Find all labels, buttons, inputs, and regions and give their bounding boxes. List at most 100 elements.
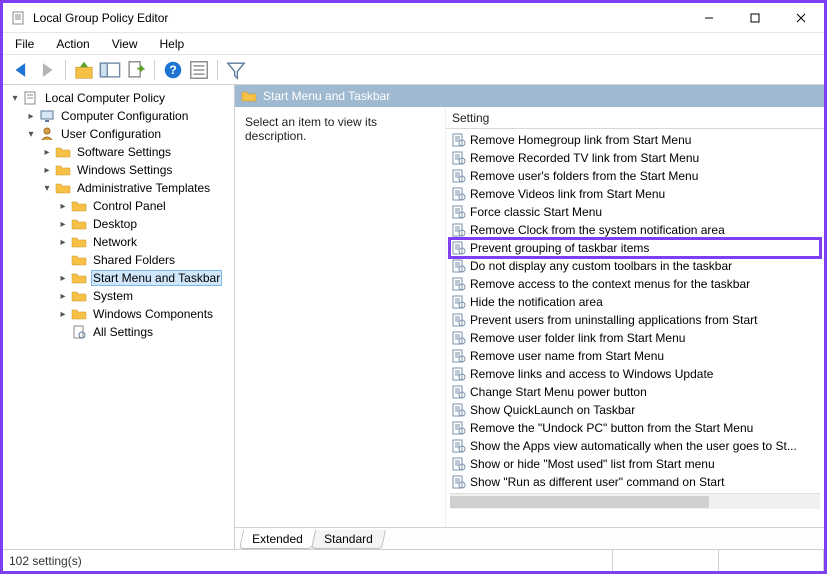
chevron-right-icon[interactable]: ▸: [41, 146, 53, 158]
folder-icon: [55, 144, 71, 160]
up-button[interactable]: [72, 58, 96, 82]
policy-setting-icon: [452, 133, 466, 147]
help-button[interactable]: ?: [161, 58, 185, 82]
chevron-right-icon[interactable]: ▸: [57, 290, 69, 302]
close-button[interactable]: [778, 4, 824, 32]
setting-row[interactable]: Show or hide "Most used" list from Start…: [450, 455, 820, 473]
policy-setting-icon: [452, 421, 466, 435]
tree-computer-config[interactable]: ▸ Computer Configuration: [23, 107, 234, 125]
tree-root[interactable]: ▾ Local Computer Policy: [7, 89, 234, 107]
setting-row[interactable]: Show "Run as different user" command on …: [450, 473, 820, 491]
folder-icon: [71, 252, 87, 268]
setting-label: Remove user folder link from Start Menu: [470, 331, 685, 345]
horizontal-scrollbar[interactable]: [450, 493, 820, 509]
tree-all-settings[interactable]: All Settings: [55, 323, 234, 341]
policy-setting-icon: [452, 169, 466, 183]
tree-start-menu-taskbar[interactable]: ▸ Start Menu and Taskbar: [55, 269, 234, 287]
chevron-right-icon[interactable]: ▸: [57, 236, 69, 248]
tree-desktop[interactable]: ▸ Desktop: [55, 215, 234, 233]
menu-file[interactable]: File: [11, 35, 38, 53]
show-hide-tree-button[interactable]: [98, 58, 122, 82]
tree-system[interactable]: ▸ System: [55, 287, 234, 305]
menu-view[interactable]: View: [108, 35, 142, 53]
tree-windows-components[interactable]: ▸ Windows Components: [55, 305, 234, 323]
chevron-right-icon[interactable]: ▸: [57, 272, 69, 284]
setting-row[interactable]: Remove Videos link from Start Menu: [450, 185, 820, 203]
setting-row[interactable]: Prevent users from uninstalling applicat…: [450, 311, 820, 329]
chevron-right-icon[interactable]: ▸: [57, 200, 69, 212]
settings-sheet-icon: [71, 324, 87, 340]
tree-item-label: Start Menu and Taskbar: [91, 270, 222, 286]
setting-row[interactable]: Remove links and access to Windows Updat…: [450, 365, 820, 383]
setting-row[interactable]: Show the Apps view automatically when th…: [450, 437, 820, 455]
forward-button[interactable]: [35, 58, 59, 82]
policy-icon: [23, 90, 39, 106]
setting-row[interactable]: Remove the "Undock PC" button from the S…: [450, 419, 820, 437]
tree-pane[interactable]: ▾ Local Computer Policy ▸ Computer Confi…: [3, 85, 235, 549]
properties-button[interactable]: [187, 58, 211, 82]
tree-control-panel[interactable]: ▸ Control Panel: [55, 197, 234, 215]
back-button[interactable]: [9, 58, 33, 82]
setting-row[interactable]: Remove Recorded TV link from Start Menu: [450, 149, 820, 167]
tree-shared-folders[interactable]: Shared Folders: [55, 251, 234, 269]
tree-item-label: All Settings: [91, 325, 155, 339]
setting-row[interactable]: Remove user name from Start Menu: [450, 347, 820, 365]
maximize-button[interactable]: [732, 4, 778, 32]
tree-item-label: User Configuration: [59, 127, 163, 141]
tree-software-settings[interactable]: ▸ Software Settings: [39, 143, 234, 161]
tree-item-label: Shared Folders: [91, 253, 177, 267]
path-header: Start Menu and Taskbar: [235, 85, 824, 107]
setting-row[interactable]: Remove user's folders from the Start Men…: [450, 167, 820, 185]
chevron-right-icon[interactable]: ▸: [57, 218, 69, 230]
chevron-down-icon[interactable]: ▾: [41, 182, 53, 194]
computer-icon: [39, 108, 55, 124]
tree-item-label: Windows Settings: [75, 163, 174, 177]
menu-action[interactable]: Action: [52, 35, 93, 53]
column-header-setting[interactable]: Setting: [446, 107, 824, 129]
policy-setting-icon: [452, 223, 466, 237]
setting-label: Remove the "Undock PC" button from the S…: [470, 421, 753, 435]
setting-row[interactable]: Hide the notification area: [450, 293, 820, 311]
tab-extended[interactable]: Extended: [239, 530, 316, 549]
folder-icon: [71, 234, 87, 250]
tree-admin-templates[interactable]: ▾ Administrative Templates: [39, 179, 234, 197]
setting-row[interactable]: Remove Clock from the system notificatio…: [450, 221, 820, 239]
policy-setting-icon: [452, 295, 466, 309]
chevron-right-icon[interactable]: ▸: [41, 164, 53, 176]
setting-label: Show or hide "Most used" list from Start…: [470, 457, 715, 471]
setting-row[interactable]: Remove user folder link from Start Menu: [450, 329, 820, 347]
column-header-label: Setting: [452, 111, 489, 125]
setting-row[interactable]: Do not display any custom toolbars in th…: [450, 257, 820, 275]
filter-button[interactable]: [224, 58, 248, 82]
policy-setting-icon: [452, 457, 466, 471]
chevron-right-icon[interactable]: ▸: [57, 308, 69, 320]
chevron-right-icon[interactable]: ▸: [25, 110, 37, 122]
setting-row[interactable]: Prevent grouping of taskbar items: [450, 239, 820, 257]
user-icon: [39, 126, 55, 142]
setting-row[interactable]: Remove Homegroup link from Start Menu: [450, 131, 820, 149]
policy-setting-icon: [452, 385, 466, 399]
tab-standard[interactable]: Standard: [311, 530, 386, 549]
setting-row[interactable]: Force classic Start Menu: [450, 203, 820, 221]
policy-setting-icon: [452, 439, 466, 453]
setting-label: Remove Videos link from Start Menu: [470, 187, 665, 201]
setting-row[interactable]: Change Start Menu power button: [450, 383, 820, 401]
scrollbar-thumb[interactable]: [450, 496, 709, 508]
setting-label: Show QuickLaunch on Taskbar: [470, 403, 635, 417]
menu-help[interactable]: Help: [156, 35, 189, 53]
tree-user-config[interactable]: ▾ User Configuration: [23, 125, 234, 143]
settings-list[interactable]: Remove Homegroup link from Start MenuRem…: [446, 129, 824, 527]
folder-icon: [71, 198, 87, 214]
setting-label: Force classic Start Menu: [470, 205, 602, 219]
tree-item-label: Windows Components: [91, 307, 215, 321]
chevron-down-icon[interactable]: ▾: [25, 128, 37, 140]
chevron-down-icon[interactable]: ▾: [9, 92, 21, 104]
setting-row[interactable]: Show QuickLaunch on Taskbar: [450, 401, 820, 419]
export-list-button[interactable]: [124, 58, 148, 82]
status-cell: [613, 550, 719, 571]
tree-network[interactable]: ▸ Network: [55, 233, 234, 251]
tree-windows-settings[interactable]: ▸ Windows Settings: [39, 161, 234, 179]
setting-row[interactable]: Remove access to the context menus for t…: [450, 275, 820, 293]
setting-label: Remove user name from Start Menu: [470, 349, 664, 363]
minimize-button[interactable]: [686, 4, 732, 32]
